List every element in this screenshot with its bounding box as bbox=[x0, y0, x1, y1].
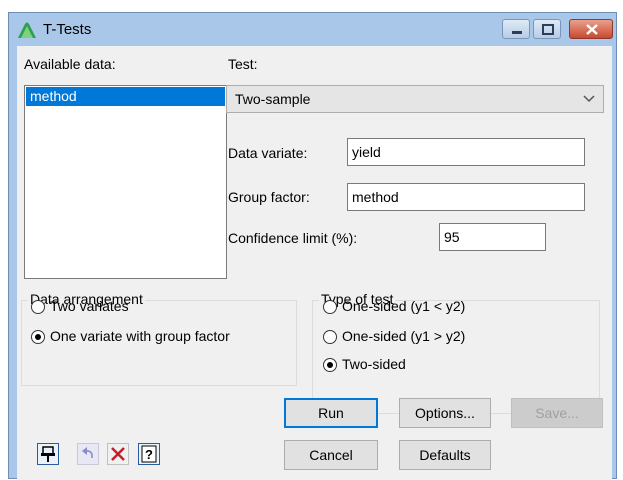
dialog-body: Available data: method Test: Two-sample … bbox=[17, 46, 612, 480]
help-button[interactable]: ? bbox=[138, 443, 160, 465]
radio-one-sided-greater[interactable]: One-sided (y1 > y2) bbox=[323, 328, 503, 348]
radio-two-sided[interactable]: Two-sided bbox=[323, 356, 443, 376]
radio-two-variates-label: Two variates bbox=[50, 298, 129, 314]
radio-two-sided-label: Two-sided bbox=[342, 356, 406, 372]
radio-one-sided-greater-label: One-sided (y1 > y2) bbox=[342, 328, 466, 344]
radio-one-sided-less-circle bbox=[323, 300, 337, 314]
list-item[interactable]: method bbox=[26, 87, 225, 106]
chevron-down-icon bbox=[583, 95, 595, 103]
options-button[interactable]: Options... bbox=[399, 398, 491, 428]
minimize-icon bbox=[512, 31, 522, 34]
radio-one-variate-label: One variate with group factor bbox=[50, 328, 230, 344]
radio-one-variate-circle bbox=[31, 330, 45, 344]
title-bar[interactable]: T-Tests bbox=[9, 13, 616, 46]
maximize-icon bbox=[542, 24, 554, 35]
available-data-list[interactable]: method bbox=[24, 85, 227, 279]
cancel-button[interactable]: Cancel bbox=[284, 440, 378, 470]
data-variate-label: Data variate: bbox=[228, 145, 308, 161]
group-factor-field[interactable]: method bbox=[347, 183, 585, 211]
confidence-limit-label: Confidence limit (%): bbox=[228, 230, 358, 246]
close-button[interactable] bbox=[569, 19, 613, 39]
t-tests-window: T-Tests Available data: method Test: Two… bbox=[8, 12, 617, 480]
radio-one-sided-greater-circle bbox=[323, 330, 337, 344]
available-data-label: Available data: bbox=[24, 56, 116, 72]
radio-two-sided-circle bbox=[323, 358, 337, 372]
app-icon bbox=[17, 21, 37, 39]
svg-text:?: ? bbox=[145, 447, 153, 462]
test-select-value: Two-sample bbox=[235, 91, 311, 107]
maximize-button[interactable] bbox=[533, 19, 561, 39]
undo-icon bbox=[77, 443, 99, 465]
radio-two-variates-circle bbox=[31, 300, 45, 314]
clear-button[interactable] bbox=[107, 443, 129, 465]
help-icon: ? bbox=[138, 443, 160, 465]
minimize-button[interactable] bbox=[502, 19, 530, 39]
radio-two-variates[interactable]: Two variates bbox=[31, 298, 181, 318]
window-title: T-Tests bbox=[43, 21, 92, 38]
radio-one-sided-less-label: One-sided (y1 < y2) bbox=[342, 298, 466, 314]
run-button[interactable]: Run bbox=[284, 398, 378, 428]
undo-button[interactable] bbox=[77, 443, 99, 465]
clear-icon bbox=[107, 443, 129, 465]
pin-icon bbox=[37, 443, 59, 465]
defaults-button[interactable]: Defaults bbox=[399, 440, 491, 470]
group-factor-label: Group factor: bbox=[228, 189, 310, 205]
save-button[interactable]: Save... bbox=[511, 398, 603, 428]
confidence-limit-field[interactable]: 95 bbox=[439, 223, 546, 251]
test-select[interactable]: Two-sample bbox=[226, 85, 604, 113]
radio-one-sided-less[interactable]: One-sided (y1 < y2) bbox=[323, 298, 503, 318]
data-variate-field[interactable]: yield bbox=[347, 138, 585, 166]
radio-one-variate[interactable]: One variate with group factor bbox=[31, 328, 281, 348]
test-label: Test: bbox=[228, 56, 258, 72]
close-icon bbox=[586, 24, 598, 35]
pin-button[interactable] bbox=[37, 443, 59, 465]
